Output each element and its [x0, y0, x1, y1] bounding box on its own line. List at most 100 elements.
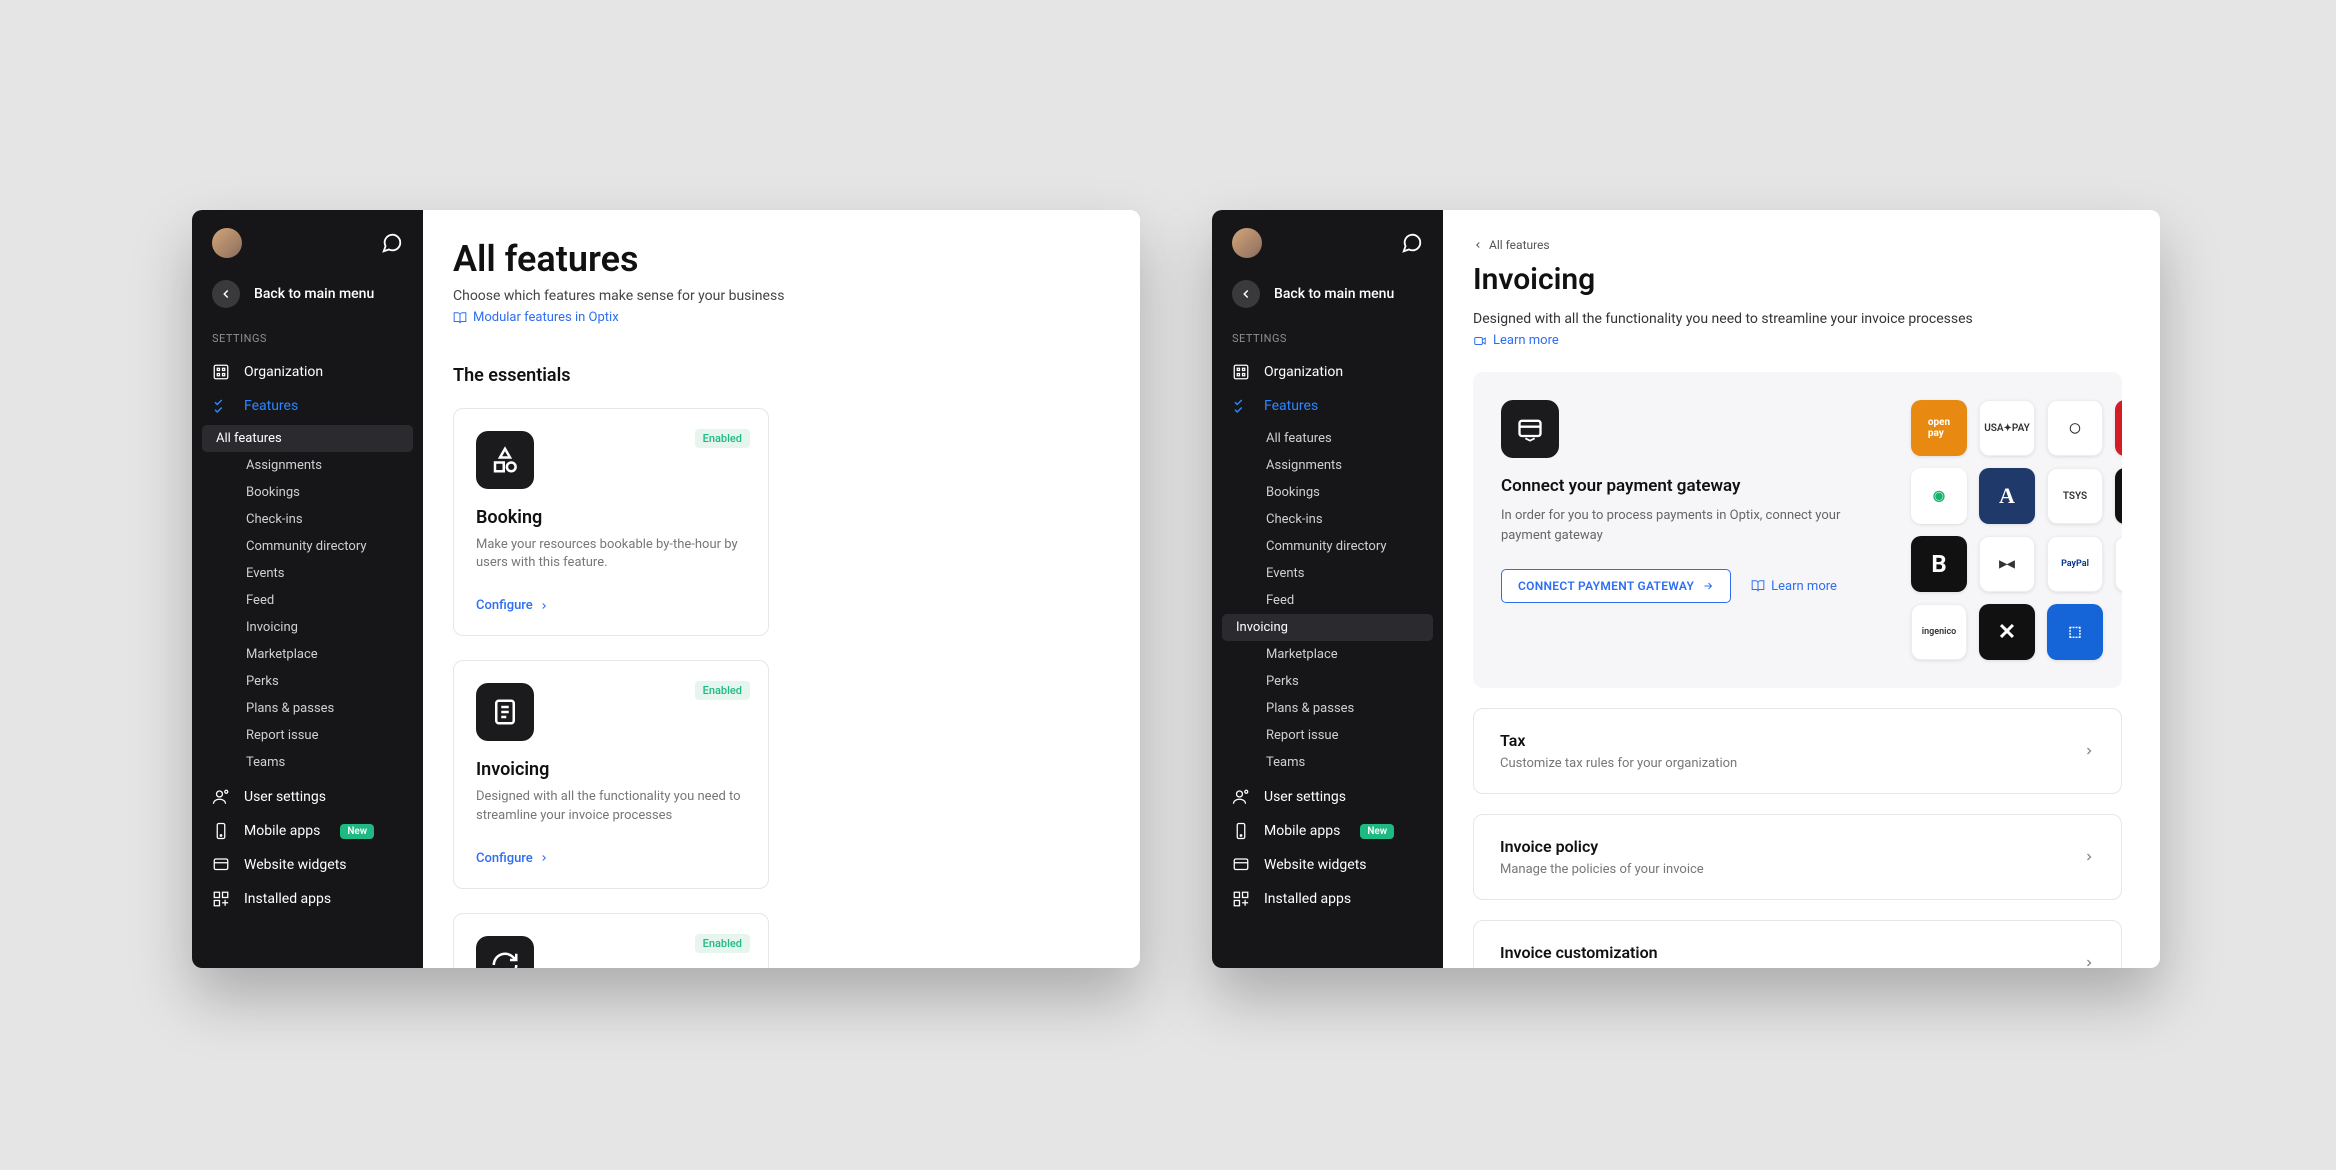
- sidebar-sub-teams[interactable]: Teams: [1212, 749, 1443, 776]
- sidebar-sub-plans-passes[interactable]: Plans & passes: [1212, 695, 1443, 722]
- back-icon: [1232, 280, 1260, 308]
- chevron-right-icon: [2083, 745, 2095, 757]
- sidebar-sub-events[interactable]: Events: [1212, 560, 1443, 587]
- gateway-logos: openpay USA✦PAY ◯ S ◉ A TSYS ★ 🅿 B ▶◀ Pa…: [1911, 400, 2122, 660]
- installed-apps-icon: [1232, 890, 1250, 908]
- page-title: All features: [453, 238, 1102, 280]
- sidebar-item-features[interactable]: Features: [1212, 389, 1443, 423]
- sidebar-sub-marketplace[interactable]: Marketplace: [1212, 641, 1443, 668]
- gateway-logo: PayPal: [2047, 536, 2103, 592]
- gateway-logo: openpay: [1911, 400, 1967, 456]
- gateway-logo: ★: [2115, 468, 2122, 524]
- invoicing-main: All features Invoicing Designed with all…: [1443, 210, 2160, 968]
- modular-features-link[interactable]: Modular features in Optix: [453, 310, 1102, 325]
- organization-icon: [212, 363, 230, 381]
- sidebar-sub-invoicing[interactable]: Invoicing: [1222, 614, 1433, 641]
- connect-gateway-button[interactable]: CONNECT PAYMENT GATEWAY: [1501, 569, 1731, 603]
- sidebar-sub-assignments[interactable]: Assignments: [1212, 452, 1443, 479]
- settings-label: SETTINGS: [192, 326, 423, 355]
- enabled-pill: Enabled: [695, 681, 750, 700]
- sidebar-sub-check-ins[interactable]: Check-ins: [1212, 506, 1443, 533]
- booking-icon: [476, 431, 534, 489]
- hero-title: Connect your payment gateway: [1501, 476, 1881, 496]
- gateway-logo: ◉: [1911, 468, 1967, 524]
- user-settings-icon: [1232, 788, 1250, 806]
- features-submenu-left: All featuresAssignmentsBookingsCheck-ins…: [192, 423, 423, 780]
- sidebar-sub-check-ins[interactable]: Check-ins: [192, 506, 423, 533]
- sidebar-sub-community-directory[interactable]: Community directory: [192, 533, 423, 560]
- sidebar-sub-community-directory[interactable]: Community directory: [1212, 533, 1443, 560]
- new-badge: New: [340, 824, 374, 839]
- avatar[interactable]: [1232, 228, 1262, 258]
- hero-learn-more-link[interactable]: Learn more: [1751, 579, 1837, 594]
- sidebar-sub-events[interactable]: Events: [192, 560, 423, 587]
- sidebar-sub-bookings[interactable]: Bookings: [192, 479, 423, 506]
- back-label: Back to main menu: [254, 286, 374, 302]
- sidebar-sub-all-features[interactable]: All features: [1212, 425, 1443, 452]
- back-to-main[interactable]: Back to main menu: [192, 268, 423, 326]
- sidebar-item-user-settings[interactable]: User settings: [192, 780, 423, 814]
- chevron-left-icon: [1473, 240, 1483, 250]
- configure-link[interactable]: Configure: [476, 851, 746, 866]
- chat-icon[interactable]: [1401, 232, 1423, 254]
- sidebar-sub-report-issue[interactable]: Report issue: [1212, 722, 1443, 749]
- avatar[interactable]: [212, 228, 242, 258]
- user-settings-icon: [212, 788, 230, 806]
- sidebar-item-website-widgets[interactable]: Website widgets: [192, 848, 423, 882]
- sidebar: Back to main menu SETTINGS Organization …: [1212, 210, 1443, 968]
- payment-card-icon: [1501, 400, 1559, 458]
- gateway-logo: ◯: [2047, 400, 2103, 456]
- sidebar-item-user-settings[interactable]: User settings: [1212, 780, 1443, 814]
- invoicing-icon: [476, 683, 534, 741]
- chevron-right-icon: [2083, 957, 2095, 968]
- features-icon: [212, 397, 230, 415]
- sidebar-sub-invoicing[interactable]: Invoicing: [192, 614, 423, 641]
- learn-more-link[interactable]: Learn more: [1473, 333, 2122, 348]
- feature-card-booking: Enabled Booking Make your resources book…: [453, 408, 769, 636]
- sidebar-item-features[interactable]: Features: [192, 389, 423, 423]
- sidebar-sub-feed[interactable]: Feed: [192, 587, 423, 614]
- configure-link[interactable]: Configure: [476, 598, 746, 613]
- sidebar-sub-bookings[interactable]: Bookings: [1212, 479, 1443, 506]
- payment-gateway-hero: Connect your payment gateway In order fo…: [1473, 372, 2122, 688]
- sidebar-sub-all-features[interactable]: All features: [202, 425, 413, 452]
- sidebar-sub-perks[interactable]: Perks: [192, 668, 423, 695]
- sidebar-item-installed-apps[interactable]: Installed apps: [192, 882, 423, 916]
- breadcrumb[interactable]: All features: [1473, 238, 2122, 252]
- sidebar-sub-teams[interactable]: Teams: [192, 749, 423, 776]
- settings-row-tax[interactable]: TaxCustomize tax rules for your organiza…: [1473, 708, 2122, 794]
- plans-icon: [476, 936, 534, 968]
- sidebar-item-website-widgets[interactable]: Website widgets: [1212, 848, 1443, 882]
- widgets-icon: [1232, 856, 1250, 874]
- sidebar-item-organization[interactable]: Organization: [192, 355, 423, 389]
- settings-label: SETTINGS: [1212, 326, 1443, 355]
- sidebar-item-organization[interactable]: Organization: [1212, 355, 1443, 389]
- sidebar-sub-perks[interactable]: Perks: [1212, 668, 1443, 695]
- chevron-right-icon: [539, 601, 549, 611]
- sidebar-item-mobile-apps[interactable]: Mobile apps New: [192, 814, 423, 848]
- sidebar-item-mobile-apps[interactable]: Mobile apps New: [1212, 814, 1443, 848]
- gateway-logo: Elav: [2115, 536, 2122, 592]
- sidebar-sub-marketplace[interactable]: Marketplace: [192, 641, 423, 668]
- chat-icon[interactable]: [381, 232, 403, 254]
- invoicing-window: Back to main menu SETTINGS Organization …: [1212, 210, 2160, 968]
- page-subtitle: Choose which features make sense for you…: [453, 288, 1102, 304]
- enabled-pill: Enabled: [695, 429, 750, 448]
- card-title: Booking: [476, 507, 746, 528]
- gateway-logo: ingenico: [1911, 604, 1967, 660]
- video-icon: [1473, 334, 1487, 348]
- card-title: Invoicing: [476, 759, 746, 780]
- sidebar-sub-plans-passes[interactable]: Plans & passes: [192, 695, 423, 722]
- all-features-main: All features Choose which features make …: [423, 210, 1140, 968]
- sidebar-sub-feed[interactable]: Feed: [1212, 587, 1443, 614]
- gateway-logo: B: [1911, 536, 1967, 592]
- sidebar-sub-assignments[interactable]: Assignments: [192, 452, 423, 479]
- hero-desc: In order for you to process payments in …: [1501, 506, 1881, 545]
- back-to-main[interactable]: Back to main menu: [1212, 268, 1443, 326]
- mobile-icon: [212, 822, 230, 840]
- settings-row-invoice-policy[interactable]: Invoice policyManage the policies of you…: [1473, 814, 2122, 900]
- settings-row-invoice-customization[interactable]: Invoice customizationManage the look and…: [1473, 920, 2122, 968]
- sidebar-sub-report-issue[interactable]: Report issue: [192, 722, 423, 749]
- gateway-logo: ⬚: [2047, 604, 2103, 660]
- sidebar-item-installed-apps[interactable]: Installed apps: [1212, 882, 1443, 916]
